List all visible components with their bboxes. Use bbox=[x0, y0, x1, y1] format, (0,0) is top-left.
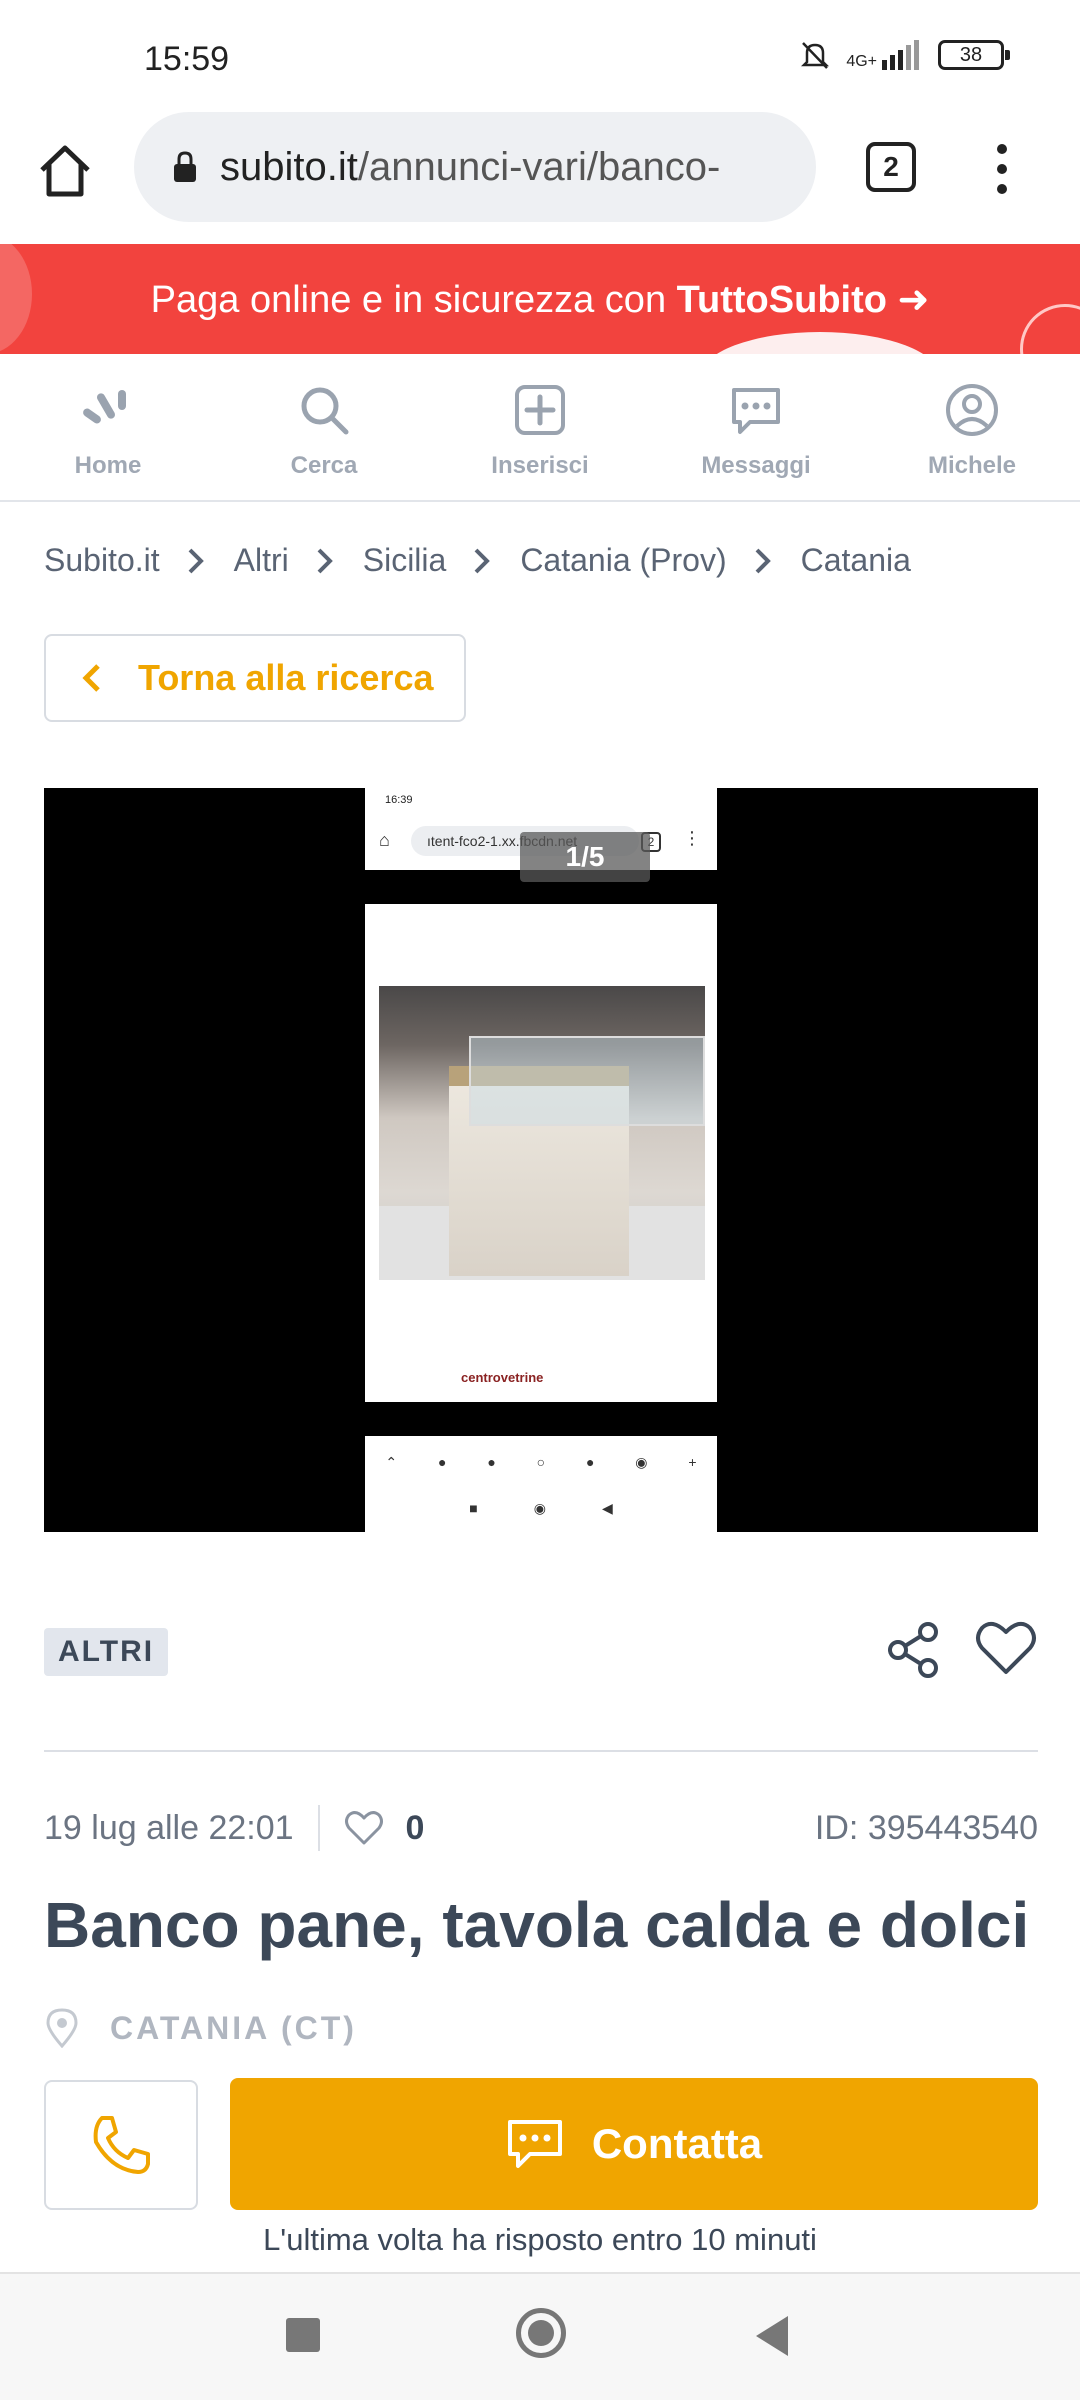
chat-icon bbox=[507, 2120, 562, 2168]
photo-back-icon: ◀ bbox=[601, 1499, 613, 1516]
phone-icon bbox=[93, 2116, 150, 2174]
photo-tab-icon: ● bbox=[487, 1454, 496, 1470]
location-pin-icon bbox=[46, 2008, 78, 2048]
breadcrumb-item[interactable]: Subito.it bbox=[44, 542, 160, 579]
photo-system-nav: ■ ◉ ◀ bbox=[365, 1488, 717, 1528]
main-nav: Home Cerca Inserisci Messaggi Michele bbox=[0, 354, 1080, 502]
bakery-counter-photo bbox=[379, 986, 705, 1280]
photo-menu-icon: ⋮ bbox=[683, 828, 701, 848]
share-icon[interactable] bbox=[884, 1620, 944, 1680]
nav-item-profile[interactable]: Michele bbox=[864, 354, 1080, 500]
listing-meta: 19 lug alle 22:01 0 ID: 395443540 bbox=[44, 1804, 1038, 1852]
location-text: CATANIA (CT) bbox=[110, 2009, 357, 2046]
listing-location: CATANIA (CT) bbox=[44, 2008, 357, 2048]
nav-label-messages: Messaggi bbox=[701, 452, 811, 479]
call-button[interactable] bbox=[44, 2080, 198, 2210]
home-icon bbox=[83, 390, 126, 424]
photo-square-icon: ■ bbox=[469, 1500, 478, 1516]
contact-actions: Contatta L'ultima volta ha risposto entr… bbox=[0, 2060, 1080, 2274]
nav-item-search[interactable]: Cerca bbox=[216, 354, 432, 500]
user-icon bbox=[946, 384, 998, 436]
chevron-right-icon bbox=[474, 548, 491, 573]
breadcrumb-item[interactable]: Catania (Prov) bbox=[520, 542, 726, 579]
system-nav-bar bbox=[0, 2272, 1080, 2400]
status-icons: 4G+ 38 bbox=[798, 38, 1010, 72]
contact-button[interactable]: Contatta bbox=[230, 2078, 1038, 2210]
nav-label-search: Cerca bbox=[290, 452, 358, 479]
signal-icon bbox=[882, 40, 919, 70]
image-gallery[interactable]: 16:39 ⌂ ıtent-fco2-1.xx.fbcdn.net 2 ⋮ ce… bbox=[44, 788, 1038, 1532]
promo-decoration bbox=[700, 332, 940, 354]
breadcrumb: Subito.it Altri Sicilia Catania (Prov) C… bbox=[44, 542, 911, 579]
browser-menu-icon[interactable] bbox=[990, 144, 1014, 194]
back-to-search-label: Torna alla ricerca bbox=[138, 657, 434, 698]
network-type: 4G+ bbox=[846, 53, 877, 70]
chevron-right-icon bbox=[755, 548, 771, 573]
promo-message: Paga online e in sicurezza con bbox=[150, 278, 677, 321]
lock-icon bbox=[174, 151, 196, 182]
category-badge[interactable]: ALTRI bbox=[44, 1628, 169, 1676]
photo-tab-icon: ◉ bbox=[635, 1453, 648, 1470]
gallery-counter: 1/5 bbox=[520, 832, 650, 882]
meta-separator bbox=[317, 1805, 320, 1851]
nav-item-home[interactable]: Home bbox=[0, 354, 216, 500]
browser-home-icon[interactable] bbox=[34, 140, 96, 202]
heart-icon[interactable] bbox=[974, 1618, 1038, 1678]
contact-label: Contatta bbox=[591, 2120, 763, 2167]
photo-browser-bottom: ⌃ ● ● ○ ● ◉ + bbox=[365, 1442, 717, 1482]
nav-label-profile: Michele bbox=[927, 452, 1017, 479]
chevron-right-icon bbox=[188, 548, 204, 573]
search-icon bbox=[301, 387, 349, 435]
reply-time-note: L'ultima volta ha risposto entro 10 minu… bbox=[263, 2222, 817, 2257]
photo-chevron-icon: ⌃ bbox=[385, 1453, 398, 1470]
photo-circle-icon: ◉ bbox=[533, 1499, 546, 1516]
breadcrumb-item[interactable]: Sicilia bbox=[363, 542, 447, 579]
photo-plus-icon: + bbox=[688, 1454, 697, 1470]
listing-title: Banco pane, tavola calda e dolci bbox=[44, 1889, 1030, 1961]
photo-status-time: 16:39 bbox=[385, 794, 413, 806]
nav-item-messages[interactable]: Messaggi bbox=[648, 354, 864, 500]
chevron-right-icon bbox=[317, 548, 333, 573]
promo-decoration bbox=[0, 244, 32, 354]
back-icon[interactable] bbox=[756, 2316, 788, 2356]
photo-tab-icon: ● bbox=[585, 1454, 595, 1470]
photo-dark-band bbox=[365, 1402, 717, 1436]
favorites-heart-icon bbox=[344, 1811, 383, 1845]
listing-photo: 16:39 ⌂ ıtent-fco2-1.xx.fbcdn.net 2 ⋮ ce… bbox=[365, 788, 717, 1532]
home-circle-icon[interactable] bbox=[516, 2308, 566, 2358]
recents-icon[interactable] bbox=[286, 2318, 320, 2352]
nav-label-add: Inserisci bbox=[491, 452, 589, 479]
promo-decoration bbox=[1020, 304, 1080, 354]
nav-item-add[interactable]: Inserisci bbox=[432, 354, 648, 500]
muted-bell-icon bbox=[801, 42, 830, 69]
photo-tab-icon: ● bbox=[438, 1454, 447, 1470]
promo-banner[interactable]: Paga online e in sicurezza con TuttoSubi… bbox=[0, 244, 1080, 354]
url-path: /annunci-vari/banco- bbox=[357, 144, 721, 189]
promo-brand: TuttoSubito ➜ bbox=[676, 278, 930, 321]
favorites-count: 0 bbox=[405, 1808, 425, 1847]
breadcrumb-item[interactable]: Altri bbox=[234, 542, 289, 579]
divider bbox=[44, 1750, 1038, 1752]
url-domain: subito.it bbox=[220, 144, 358, 189]
photo-home-icon: ⌂ bbox=[379, 830, 390, 850]
status-bar: 15:59 4G+ 38 bbox=[0, 0, 1080, 120]
url-text: subito.it/annunci-vari/banco- bbox=[220, 145, 720, 190]
promo-text: Paga online e in sicurezza con TuttoSubi… bbox=[151, 277, 930, 322]
tabs-button[interactable]: 2 bbox=[866, 142, 916, 192]
status-time: 15:59 bbox=[144, 40, 230, 78]
breadcrumb-item[interactable]: Catania bbox=[801, 542, 911, 579]
signal-indicator: 4G+ bbox=[846, 40, 924, 70]
add-icon bbox=[515, 385, 565, 435]
listing-date: 19 lug alle 22:01 bbox=[44, 1808, 294, 1847]
back-to-search-button[interactable]: Torna alla ricerca bbox=[44, 634, 466, 722]
listing-id: ID: 395443540 bbox=[814, 1808, 1038, 1847]
messages-icon bbox=[732, 388, 780, 434]
url-bar[interactable]: subito.it/annunci-vari/banco- bbox=[134, 112, 816, 222]
chevron-left-icon bbox=[82, 664, 100, 692]
nav-label-home: Home bbox=[74, 452, 142, 479]
photo-tab-icon: ○ bbox=[536, 1454, 546, 1470]
photo-logo: centrovetrine bbox=[461, 1370, 544, 1385]
browser-toolbar: subito.it/annunci-vari/banco- 2 bbox=[0, 110, 1080, 244]
battery-indicator: 38 bbox=[938, 40, 1010, 70]
